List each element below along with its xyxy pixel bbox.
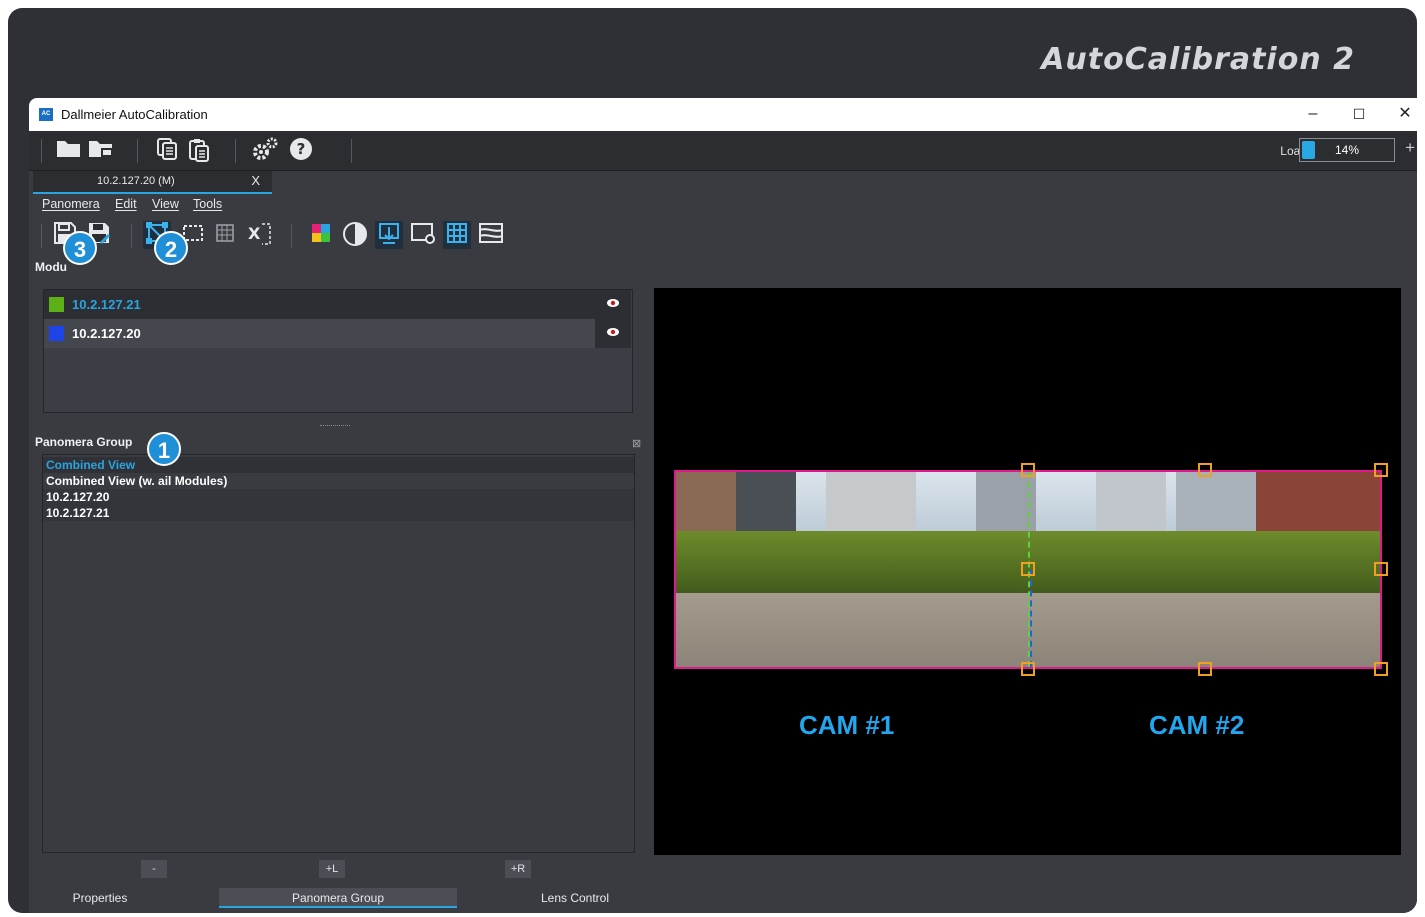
list-item[interactable]: Combined View <box>43 457 634 473</box>
module-color-swatch <box>49 326 64 341</box>
menu-bar: Panomera Edit View Tools <box>29 194 1417 214</box>
title-bar: AC Dallmeier AutoCalibration – ☐ ✕ <box>29 98 1417 131</box>
calibration-handle[interactable] <box>1198 463 1212 477</box>
module-row[interactable]: 10.2.127.20 <box>44 319 631 348</box>
visibility-eye-icon[interactable] <box>595 290 631 319</box>
document-tab[interactable]: 10.2.127.20 (M) X <box>33 171 272 194</box>
add-right-button[interactable]: +R <box>505 860 531 878</box>
svg-text:X: X <box>248 224 261 243</box>
toolbar-divider <box>41 224 42 248</box>
blend-icon[interactable] <box>477 221 505 249</box>
list-item[interactable]: 10.2.127.21 <box>43 505 634 521</box>
paste-icon[interactable] <box>187 137 211 169</box>
maximize-button[interactable]: ☐ <box>1345 102 1373 126</box>
main-toolbar: ? Load 14% + <box>29 131 1417 171</box>
window-title: Dallmeier AutoCalibration <box>61 107 208 122</box>
calibrate-icon[interactable] <box>375 221 403 249</box>
copy-icon[interactable] <box>155 137 179 167</box>
calibration-handle[interactable] <box>1374 562 1388 576</box>
edit-toolbar: X <box>29 214 1417 252</box>
modules-title: Modu <box>35 260 67 274</box>
menu-view[interactable]: View <box>152 197 179 211</box>
module-label: 10.2.127.21 <box>72 297 141 312</box>
app-window: AC Dallmeier AutoCalibration – ☐ ✕ ? Loa… <box>29 98 1417 913</box>
calibration-handle[interactable] <box>1021 463 1035 477</box>
cam1-label: CAM #1 <box>799 710 895 740</box>
panel-splitter[interactable] <box>320 425 350 427</box>
visibility-eye-icon[interactable] <box>595 319 631 348</box>
grid-icon[interactable] <box>443 221 471 249</box>
color-icon[interactable] <box>307 221 335 249</box>
toolbar-divider <box>137 139 138 163</box>
module-color-swatch <box>49 297 64 312</box>
help-icon[interactable]: ? <box>289 137 313 167</box>
bottom-panel: - +L +R Properties Panomera Group Lens C… <box>29 855 1417 913</box>
menu-edit[interactable]: Edit <box>115 197 137 211</box>
open-config-icon[interactable] <box>87 137 117 165</box>
step-badge-3: 3 <box>63 231 97 265</box>
toolbar-divider <box>291 224 292 248</box>
seam-line-blue <box>1030 569 1032 667</box>
toolbar-divider <box>131 224 132 248</box>
grid-small-icon[interactable] <box>211 221 239 249</box>
list-item[interactable]: Combined View (w. ail Modules) <box>43 473 634 489</box>
tab-panomera-group[interactable]: Panomera Group <box>219 888 457 908</box>
menu-tools[interactable]: Tools <box>193 197 222 211</box>
svg-text:?: ? <box>297 140 306 158</box>
menu-panomera[interactable]: Panomera <box>42 197 100 211</box>
tab-properties[interactable]: Properties <box>43 888 157 908</box>
load-progress-bar: 14% <box>1299 138 1395 162</box>
document-tab-label: 10.2.127.20 (M) <box>97 175 175 187</box>
calibration-handle[interactable] <box>1021 562 1035 576</box>
calibration-handle[interactable] <box>1374 662 1388 676</box>
toolbar-divider <box>351 139 352 163</box>
cam2-label: CAM #2 <box>1149 710 1245 740</box>
add-left-button[interactable]: +L <box>319 860 345 878</box>
panomera-group-title: Panomera Group <box>35 435 133 449</box>
document-tabs: 10.2.127.20 (M) X <box>29 171 1417 194</box>
add-load-button[interactable]: + <box>1405 138 1415 158</box>
load-value: 14% <box>1334 143 1360 157</box>
brand-title: AutoCalibration 2 <box>1041 42 1355 77</box>
panorama-viewport[interactable]: CAM #1 CAM #2 <box>654 288 1401 855</box>
calibration-handle[interactable] <box>1374 463 1388 477</box>
panomera-group-list: Combined View Combined View (w. ail Modu… <box>42 454 635 853</box>
app-icon: AC <box>39 108 53 121</box>
step-badge-1: 1 <box>147 432 181 466</box>
distort-icon[interactable]: X <box>245 221 273 249</box>
open-folder-icon[interactable] <box>55 137 83 165</box>
preview-icon[interactable] <box>409 221 437 249</box>
close-tab-button[interactable]: X <box>251 173 260 188</box>
calibration-handle[interactable] <box>1021 662 1035 676</box>
outer-frame: AutoCalibration 2 AC Dallmeier AutoCalib… <box>8 8 1417 913</box>
calibration-handle[interactable] <box>1198 662 1212 676</box>
modules-list: 10.2.127.21 10.2.127.20 <box>43 289 633 413</box>
minimize-button[interactable]: – <box>1299 102 1327 126</box>
step-badge-2: 2 <box>154 231 188 265</box>
toolbar-divider <box>41 139 42 163</box>
settings-icon[interactable] <box>251 136 279 168</box>
exposure-icon[interactable] <box>341 221 369 249</box>
tab-lens-control[interactable]: Lens Control <box>509 888 641 908</box>
toolbar-divider <box>235 139 236 163</box>
close-panel-icon[interactable]: ⊠ <box>632 437 641 450</box>
close-button[interactable]: ✕ <box>1391 102 1417 126</box>
module-row[interactable]: 10.2.127.21 <box>44 290 631 319</box>
remove-button[interactable]: - <box>141 860 167 878</box>
module-label: 10.2.127.20 <box>72 326 141 341</box>
list-item[interactable]: 10.2.127.20 <box>43 489 634 505</box>
